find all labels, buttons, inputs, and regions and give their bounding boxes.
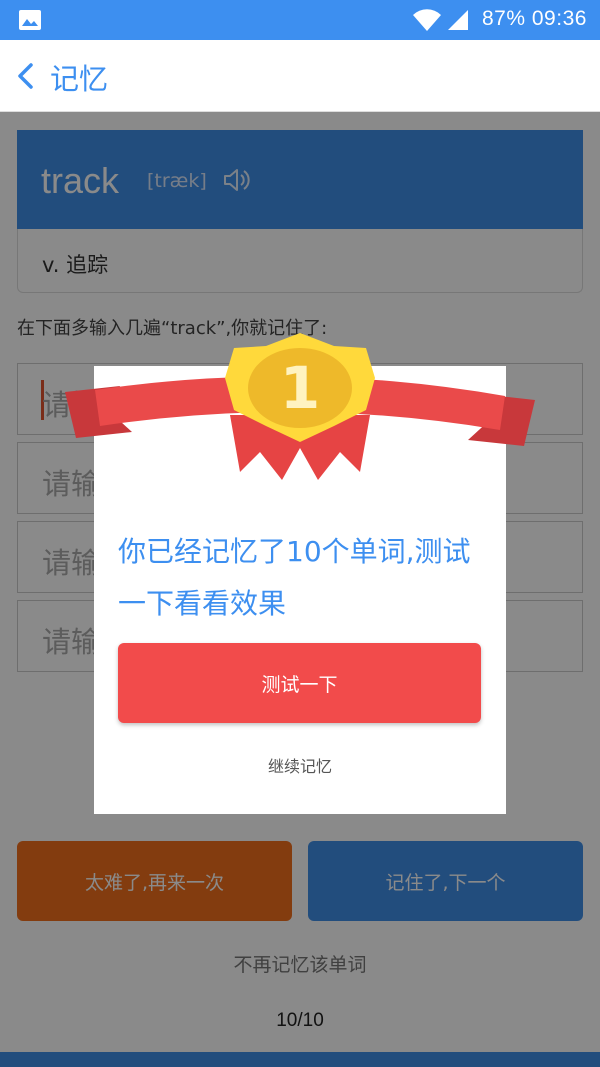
- status-text: 87% 09:36: [482, 7, 587, 31]
- test-button[interactable]: 测试一下: [118, 643, 481, 723]
- image-icon: [19, 10, 41, 30]
- page-title: 记忆: [50, 62, 109, 96]
- dialog-message: 你已经记忆了10个单词,测试一下看看效果: [118, 535, 471, 620]
- medal-ribbon-icon: 1: [65, 333, 535, 480]
- app-bar: 记忆: [0, 40, 600, 112]
- signal-icon: [448, 10, 468, 30]
- status-bar: 87% 09:36: [0, 0, 600, 40]
- battery-percent: 87%: [482, 7, 526, 30]
- continue-memorizing-link[interactable]: 继续记忆: [94, 753, 506, 777]
- wifi-icon: [413, 9, 441, 32]
- clock: 09:36: [531, 7, 587, 30]
- chevron-left-icon[interactable]: [12, 60, 40, 92]
- medal-number: 1: [280, 354, 320, 422]
